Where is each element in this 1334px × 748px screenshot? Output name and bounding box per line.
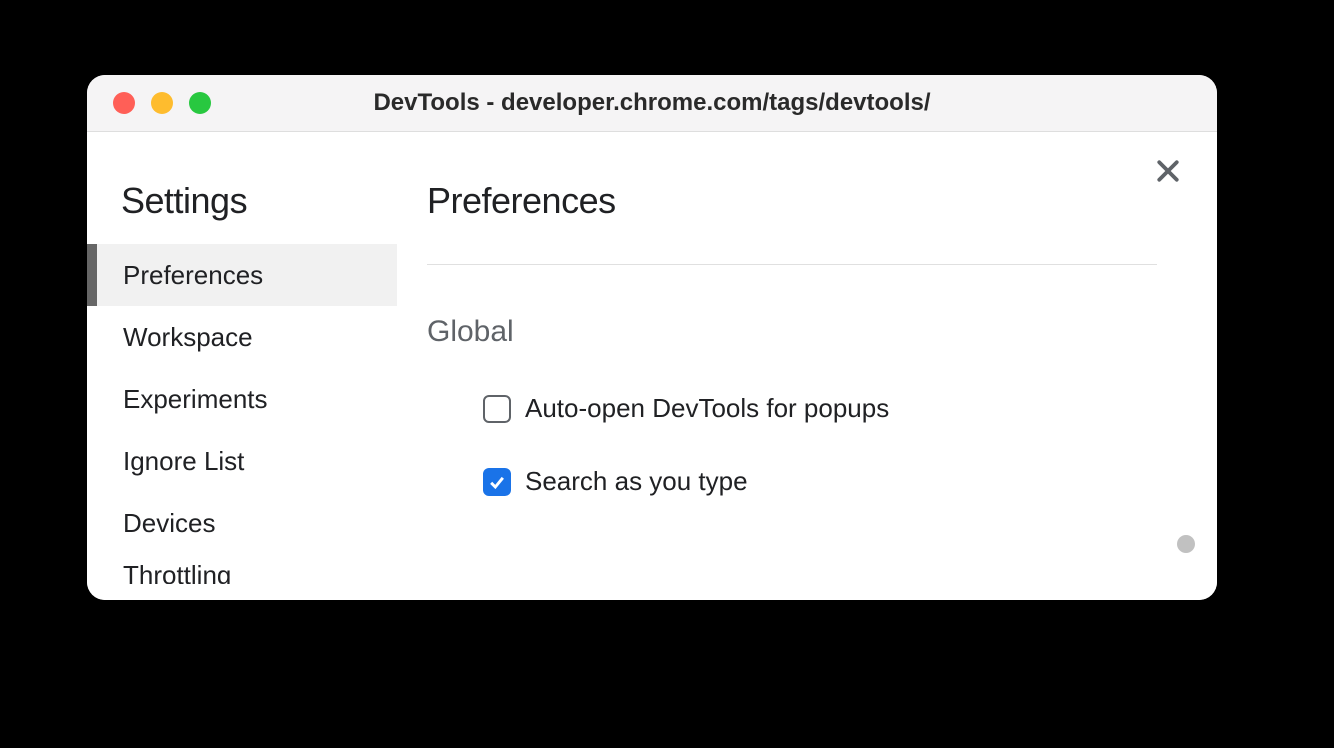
- sidebar-item-workspace[interactable]: Workspace: [87, 306, 397, 368]
- sidebar-item-label: Workspace: [123, 322, 253, 353]
- settings-panel: Settings Preferences Workspace Experimen…: [87, 132, 1217, 600]
- option-label: Search as you type: [525, 466, 748, 497]
- sidebar-item-label: Throttling: [123, 560, 231, 584]
- titlebar: DevTools - developer.chrome.com/tags/dev…: [87, 75, 1217, 132]
- option-search-as-you-type[interactable]: Search as you type: [427, 466, 1197, 497]
- checkbox-unchecked-icon[interactable]: [483, 395, 511, 423]
- sidebar-item-label: Preferences: [123, 260, 263, 291]
- sidebar-item-throttling[interactable]: Throttling: [87, 554, 397, 584]
- window-title: DevTools - developer.chrome.com/tags/dev…: [87, 89, 1217, 117]
- main-content: Preferences Global Auto-open DevTools fo…: [397, 132, 1217, 600]
- sidebar-item-experiments[interactable]: Experiments: [87, 368, 397, 430]
- sidebar-item-label: Experiments: [123, 384, 268, 415]
- sidebar-title: Settings: [87, 180, 397, 244]
- traffic-lights: [113, 92, 211, 114]
- sidebar-item-preferences[interactable]: Preferences: [87, 244, 397, 306]
- checkbox-checked-icon[interactable]: [483, 468, 511, 496]
- option-auto-open-devtools[interactable]: Auto-open DevTools for popups: [427, 393, 1197, 424]
- close-window-button[interactable]: [113, 92, 135, 114]
- devtools-window: DevTools - developer.chrome.com/tags/dev…: [87, 75, 1217, 600]
- option-label: Auto-open DevTools for popups: [525, 393, 889, 424]
- close-icon: [1153, 156, 1183, 186]
- sidebar-item-label: Devices: [123, 508, 215, 539]
- sidebar-item-devices[interactable]: Devices: [87, 492, 397, 554]
- section-heading-global: Global: [427, 315, 1197, 349]
- close-settings-button[interactable]: [1153, 156, 1183, 186]
- zoom-window-button[interactable]: [189, 92, 211, 114]
- scrollbar-thumb[interactable]: [1177, 535, 1195, 553]
- minimize-window-button[interactable]: [151, 92, 173, 114]
- page-title: Preferences: [427, 180, 1197, 222]
- sidebar-item-label: Ignore List: [123, 446, 244, 477]
- divider: [427, 264, 1157, 265]
- sidebar: Settings Preferences Workspace Experimen…: [87, 132, 397, 600]
- sidebar-item-ignore-list[interactable]: Ignore List: [87, 430, 397, 492]
